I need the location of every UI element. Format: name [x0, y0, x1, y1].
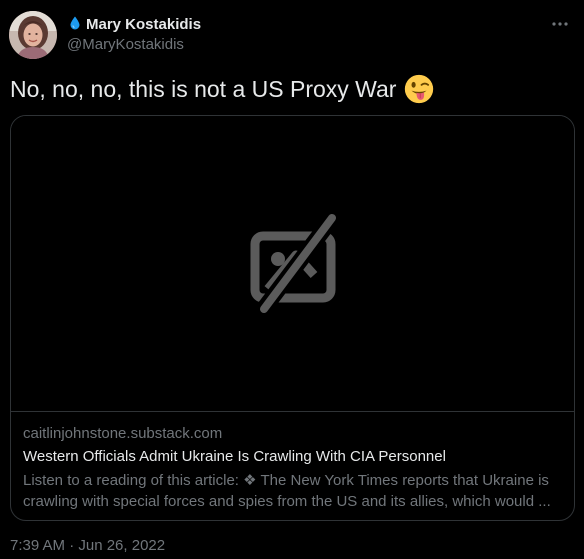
image-unavailable-icon [250, 210, 340, 316]
water-drop-icon [70, 16, 80, 30]
author-name-row: Mary Kostakidis [67, 14, 201, 34]
tweet-text: No, no, no, this is not a US Proxy War [10, 74, 434, 104]
avatar[interactable] [9, 11, 57, 59]
card-description: Listen to a reading of this article: ❖ T… [23, 472, 551, 510]
tweet-header: Mary Kostakidis @MaryKostakidis [9, 10, 575, 62]
winking-face-with-tongue-emoji [405, 74, 434, 104]
card-body[interactable]: caitlinjohnstone.substack.com Western Of… [23, 424, 562, 512]
author-display-name[interactable]: Mary Kostakidis [86, 16, 201, 33]
tweet-timestamp[interactable]: 7:39 AM · Jun 26, 2022 [10, 537, 165, 554]
more-options-icon [552, 22, 568, 26]
tweet: Mary Kostakidis @MaryKostakidis No, no, … [0, 0, 584, 559]
card-title: Western Officials Admit Ukraine Is Crawl… [23, 448, 446, 465]
card-media[interactable] [11, 116, 574, 412]
more-options-button[interactable] [547, 11, 573, 37]
avatar-photo [9, 11, 57, 59]
link-card[interactable]: caitlinjohnstone.substack.com Western Of… [10, 115, 575, 521]
card-domain: caitlinjohnstone.substack.com [23, 425, 223, 442]
tweet-text-content: No, no, no, this is not a US Proxy War [10, 75, 397, 102]
tweet-author[interactable]: Mary Kostakidis @MaryKostakidis [67, 14, 201, 54]
author-handle[interactable]: @MaryKostakidis [67, 36, 201, 53]
